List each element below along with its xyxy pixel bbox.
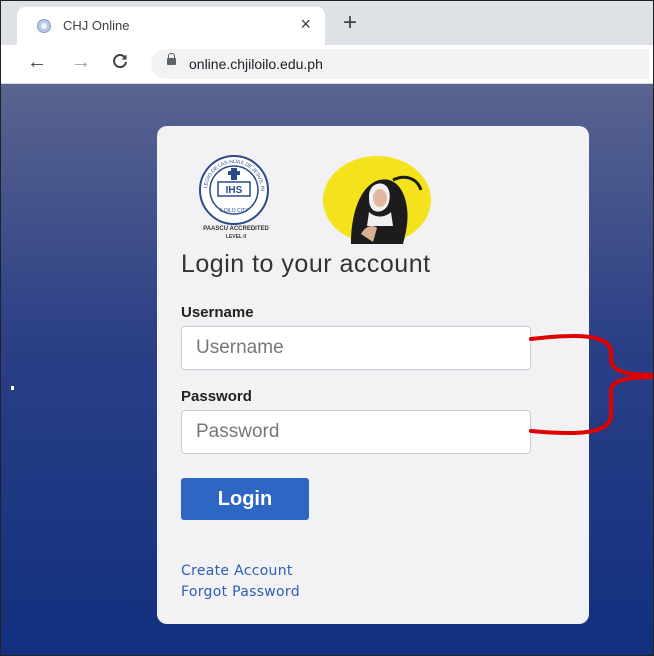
accreditation-level: LEVEL II — [225, 234, 247, 240]
page-title: Login to your account — [181, 250, 431, 278]
close-icon[interactable]: × — [300, 15, 311, 33]
browser-tab[interactable]: CHJ Online × — [17, 7, 325, 45]
username-label: Username — [181, 304, 254, 321]
lock-icon — [167, 53, 176, 65]
reload-icon[interactable] — [111, 52, 129, 75]
password-label: Password — [181, 388, 252, 405]
forward-arrow-icon[interactable]: → — [71, 52, 91, 72]
login-button[interactable]: Login — [181, 478, 309, 520]
browser-toolbar: ← → online.chjiloilo.edu.ph — [1, 45, 653, 84]
password-input[interactable] — [181, 410, 531, 454]
login-card: IHS COLEGIO DE LAS HIJAS DE JESUS, INC. … — [157, 126, 589, 624]
founder-portrait-logo — [323, 156, 431, 244]
browser-tab-bar: CHJ Online × + — [1, 1, 653, 45]
back-arrow-icon[interactable]: ← — [27, 52, 47, 72]
new-tab-button[interactable]: + — [343, 11, 357, 35]
screenshot-frame: CHJ Online × + ← → online.chjiloilo.edu.… — [0, 0, 654, 656]
seal-abbrev: IHS — [226, 185, 243, 196]
username-input[interactable] — [181, 326, 531, 370]
url-text: online.chjiloilo.edu.ph — [189, 56, 323, 72]
address-bar[interactable]: online.chjiloilo.edu.ph — [151, 49, 649, 79]
page-edge-mark — [11, 386, 14, 390]
forgot-password-link[interactable]: Forgot Password — [181, 584, 300, 600]
globe-icon — [37, 19, 51, 33]
create-account-link[interactable]: Create Account — [181, 563, 293, 579]
tab-title: CHJ Online — [63, 18, 130, 33]
school-seal-logo: IHS COLEGIO DE LAS HIJAS DE JESUS, INC. … — [197, 154, 269, 225]
seal-city: ILOILO CITY — [220, 208, 250, 214]
accreditation-text: PAASCU ACCREDITED — [203, 226, 269, 232]
page-background: IHS COLEGIO DE LAS HIJAS DE JESUS, INC. … — [1, 84, 653, 655]
